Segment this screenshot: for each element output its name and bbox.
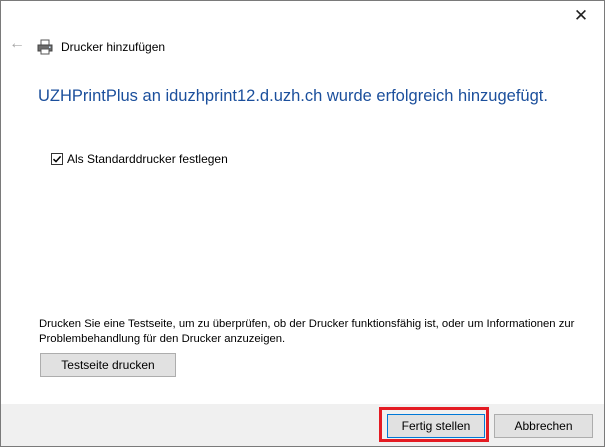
test-page-info: Drucken Sie eine Testseite, um zu überpr… (39, 318, 575, 345)
back-arrow-icon: ← (9, 35, 25, 52)
success-headline: UZHPrintPlus an iduzhprint12.d.uzh.ch wu… (38, 87, 548, 105)
cancel-button[interactable]: Abbrechen (494, 414, 593, 438)
default-printer-option[interactable]: Als Standarddrucker festlegen (51, 152, 228, 166)
printer-icon (37, 39, 53, 55)
back-button[interactable]: ← (7, 34, 27, 54)
print-test-page-button[interactable]: Testseite drucken (40, 353, 176, 377)
finish-button[interactable]: Fertig stellen (387, 414, 485, 438)
close-icon: ✕ (573, 6, 589, 25)
close-button[interactable]: ✕ (558, 1, 604, 31)
add-printer-dialog: ✕ ← Drucker hinzufügen UZHPrintPlus an i… (0, 0, 605, 447)
default-printer-label: Als Standarddrucker festlegen (67, 152, 228, 166)
wizard-title: Drucker hinzufügen (61, 40, 166, 54)
wizard-header: Drucker hinzufügen (37, 37, 165, 57)
default-printer-checkbox[interactable] (51, 153, 63, 165)
checkmark-icon (52, 155, 62, 163)
